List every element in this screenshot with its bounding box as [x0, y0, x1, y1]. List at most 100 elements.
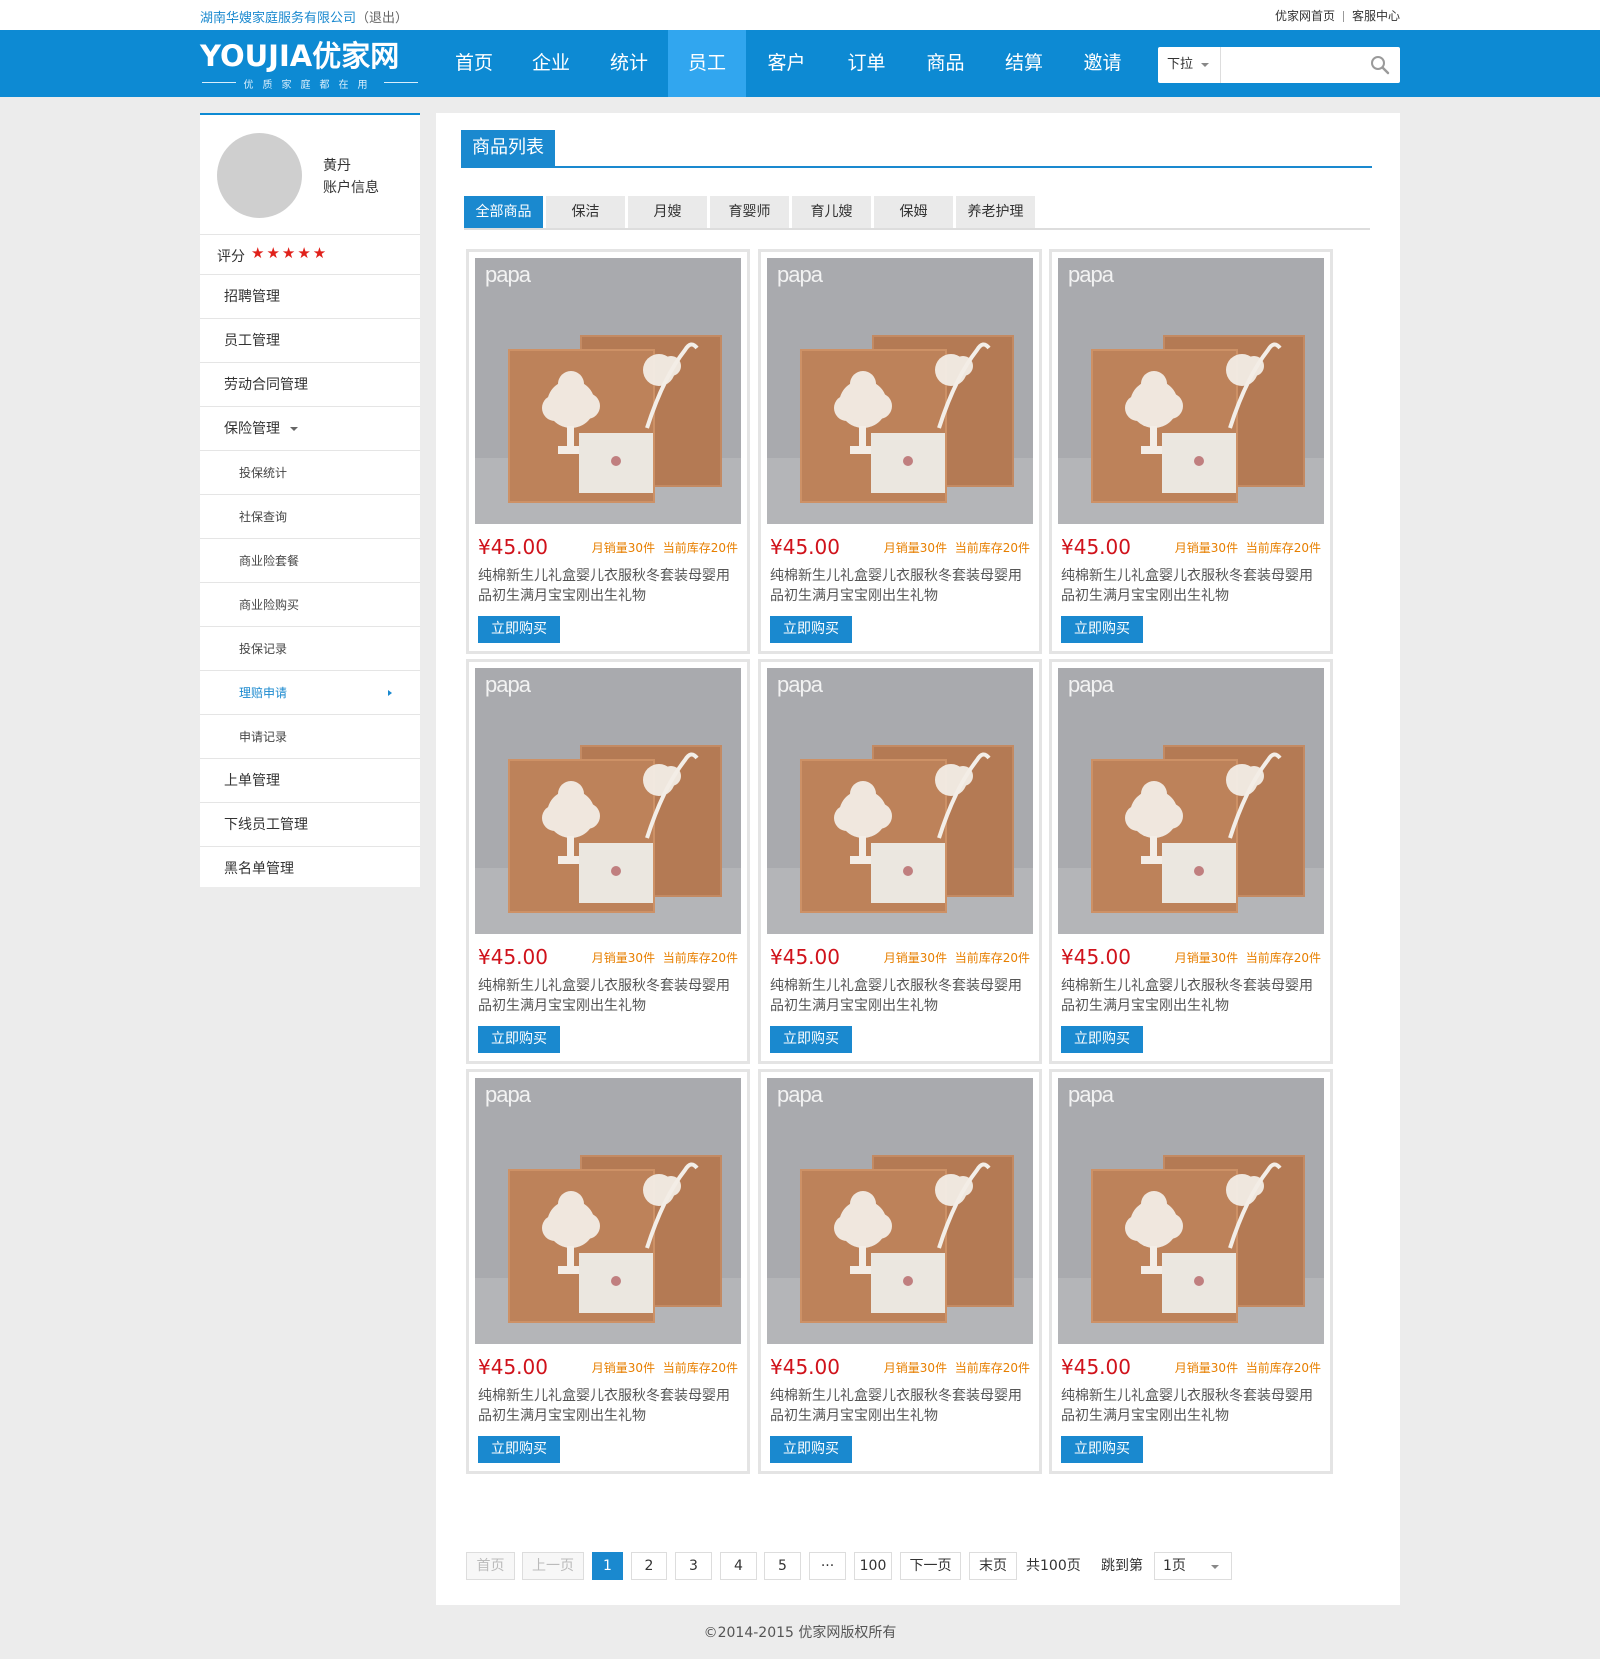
page-ellipsis: ··· [809, 1552, 846, 1580]
next-page-button[interactable]: 下一页 [900, 1552, 961, 1580]
tab-maternity[interactable]: 月嫂 [628, 196, 707, 228]
product-name[interactable]: 纯棉新生儿礼盒婴儿衣服秋冬套装母婴用品初生满月宝宝刚出生礼物 [1061, 1386, 1323, 1426]
jump-page-select[interactable]: 1页 [1154, 1552, 1232, 1580]
product-card[interactable]: papa ¥45.00 月销量30件 当前库存20件 纯棉新生儿礼盒婴儿衣服秋冬… [466, 659, 750, 1064]
sidebar-item-commercial-package[interactable]: 商业险套餐 [200, 539, 420, 583]
tab-all[interactable]: 全部商品 [464, 196, 543, 228]
company-name[interactable]: 湖南华嫂家庭服务有限公司 [200, 11, 356, 26]
first-page-button[interactable]: 首页 [466, 1552, 515, 1580]
product-name[interactable]: 纯棉新生儿礼盒婴儿衣服秋冬套装母婴用品初生满月宝宝刚出生礼物 [478, 566, 740, 606]
buy-now-button[interactable]: 立即购买 [478, 616, 560, 643]
nav-item-stats[interactable]: 统计 [591, 30, 667, 97]
page-button[interactable]: 100 [854, 1552, 892, 1580]
nav-item-orders[interactable]: 订单 [827, 30, 906, 97]
buy-now-button[interactable]: 立即购买 [478, 1026, 560, 1053]
nav-item-customers[interactable]: 客户 [746, 30, 827, 97]
buy-now-button[interactable]: 立即购买 [770, 1026, 852, 1053]
divider [1342, 11, 1344, 22]
avatar[interactable] [217, 133, 302, 218]
product-card[interactable]: papa ¥45.00 月销量30件 当前库存20件 纯棉新生儿礼盒婴儿衣服秋冬… [758, 249, 1042, 654]
product-card[interactable]: papa ¥45.00 月销量30件 当前库存20件 纯棉新生儿礼盒婴儿衣服秋冬… [1049, 1069, 1333, 1474]
product-image[interactable]: papa [475, 668, 741, 934]
sidebar-item-labor-contract[interactable]: 劳动合同管理 [200, 363, 420, 407]
monthly-sales: 月销量30件 [1174, 1361, 1239, 1375]
page-button[interactable]: 1 [592, 1552, 623, 1580]
page-button[interactable]: 4 [720, 1552, 757, 1580]
service-center-link[interactable]: 客服中心 [1352, 9, 1400, 23]
account-info-link[interactable]: 账户信息 [323, 177, 379, 197]
page-button[interactable]: 2 [631, 1552, 667, 1580]
product-name[interactable]: 纯棉新生儿礼盒婴儿衣服秋冬套装母婴用品初生满月宝宝刚出生礼物 [1061, 566, 1323, 606]
sidebar-item-recruitment[interactable]: 招聘管理 [200, 275, 420, 319]
monthly-sales: 月销量30件 [591, 951, 656, 965]
logo[interactable]: YOUJIA优家网 优质家庭都在用 [200, 40, 420, 91]
tab-nursery-teacher[interactable]: 育婴师 [710, 196, 789, 228]
search-type-select[interactable]: 下拉 [1158, 47, 1221, 83]
sidebar-item-insurance-stats[interactable]: 投保统计 [200, 451, 420, 495]
tab-elderly-care[interactable]: 养老护理 [956, 196, 1035, 228]
search-input[interactable] [1222, 51, 1362, 79]
product-image[interactable]: papa [767, 258, 1033, 524]
sidebar-item-blacklist[interactable]: 黑名单管理 [200, 847, 420, 891]
last-page-button[interactable]: 末页 [969, 1552, 1017, 1580]
tab-childcare[interactable]: 育儿嫂 [792, 196, 871, 228]
stock-count: 当前库存20件 [662, 951, 738, 965]
sidebar-item-commercial-purchase[interactable]: 商业险购买 [200, 583, 420, 627]
nav-item-home[interactable]: 首页 [437, 30, 511, 97]
product-name[interactable]: 纯棉新生儿礼盒婴儿衣服秋冬套装母婴用品初生满月宝宝刚出生礼物 [478, 976, 740, 1016]
sidebar-item-order-management[interactable]: 上单管理 [200, 759, 420, 803]
product-name[interactable]: 纯棉新生儿礼盒婴儿衣服秋冬套装母婴用品初生满月宝宝刚出生礼物 [478, 1386, 740, 1426]
product-brand: papa [1068, 1082, 1114, 1107]
tab-nanny[interactable]: 保姆 [874, 196, 953, 228]
tab-cleaning[interactable]: 保洁 [546, 196, 625, 228]
product-card[interactable]: papa ¥45.00 月销量30件 当前库存20件 纯棉新生儿礼盒婴儿衣服秋冬… [466, 1069, 750, 1474]
product-image[interactable]: papa [767, 1078, 1033, 1344]
product-image[interactable]: papa [1058, 258, 1324, 524]
sidebar-item-insurance-records[interactable]: 投保记录 [200, 627, 420, 671]
product-image[interactable]: papa [1058, 668, 1324, 934]
sidebar-item-insurance[interactable]: 保险管理 [200, 407, 420, 451]
search-icon[interactable] [1370, 55, 1390, 75]
product-brand: papa [485, 262, 531, 287]
product-card[interactable]: papa ¥45.00 月销量30件 当前库存20件 纯棉新生儿礼盒婴儿衣服秋冬… [758, 1069, 1042, 1474]
product-image[interactable]: papa [767, 668, 1033, 934]
sidebar-item-claim-application[interactable]: 理赔申请 [200, 671, 420, 715]
product-card[interactable]: papa ¥45.00 月销量30件 当前库存20件 纯棉新生儿礼盒婴儿衣服秋冬… [1049, 249, 1333, 654]
company-link[interactable]: 湖南华嫂家庭服务有限公司（退出） [200, 7, 408, 26]
product-name[interactable]: 纯棉新生儿礼盒婴儿衣服秋冬套装母婴用品初生满月宝宝刚出生礼物 [1061, 976, 1323, 1016]
product-image[interactable]: papa [475, 258, 741, 524]
product-image[interactable]: papa [1058, 1078, 1324, 1344]
buy-now-button[interactable]: 立即购买 [770, 1436, 852, 1463]
buy-now-button[interactable]: 立即购买 [1061, 1026, 1143, 1053]
sidebar-item-social-security[interactable]: 社保查询 [200, 495, 420, 539]
logout-link[interactable]: （退出） [356, 11, 408, 26]
page-button[interactable]: 3 [675, 1552, 712, 1580]
nav-item-invite[interactable]: 邀请 [1063, 30, 1142, 97]
buy-now-button[interactable]: 立即购买 [1061, 616, 1143, 643]
nav-item-enterprise[interactable]: 企业 [511, 30, 591, 97]
buy-now-button[interactable]: 立即购买 [1061, 1436, 1143, 1463]
nav-item-settlement[interactable]: 结算 [985, 30, 1063, 97]
home-link[interactable]: 优家网首页 [1275, 9, 1335, 23]
prev-page-button[interactable]: 上一页 [522, 1552, 584, 1580]
product-brand: papa [777, 1082, 823, 1107]
main-content: 商品列表 全部商品 保洁 月嫂 育婴师 育儿嫂 保姆 养老护理 papa ¥45… [436, 113, 1400, 1605]
product-card[interactable]: papa ¥45.00 月销量30件 当前库存20件 纯棉新生儿礼盒婴儿衣服秋冬… [758, 659, 1042, 1064]
buy-now-button[interactable]: 立即购买 [770, 616, 852, 643]
product-image[interactable]: papa [475, 1078, 741, 1344]
category-tabs: 全部商品 保洁 月嫂 育婴师 育儿嫂 保姆 养老护理 [464, 196, 1370, 230]
nav-item-staff[interactable]: 员工 [668, 30, 746, 97]
nav-item-products[interactable]: 商品 [906, 30, 985, 97]
sidebar-item-staff-management[interactable]: 员工管理 [200, 319, 420, 363]
sidebar-item-application-records[interactable]: 申请记录 [200, 715, 420, 759]
product-card[interactable]: papa ¥45.00 月销量30件 当前库存20件 纯棉新生儿礼盒婴儿衣服秋冬… [466, 249, 750, 654]
product-card[interactable]: papa ¥45.00 月销量30件 当前库存20件 纯棉新生儿礼盒婴儿衣服秋冬… [1049, 659, 1333, 1064]
sidebar-item-offline-staff[interactable]: 下线员工管理 [200, 803, 420, 847]
page-button[interactable]: 5 [764, 1552, 801, 1580]
product-name[interactable]: 纯棉新生儿礼盒婴儿衣服秋冬套装母婴用品初生满月宝宝刚出生礼物 [770, 566, 1032, 606]
product-price: ¥45.00 [770, 535, 840, 559]
product-name[interactable]: 纯棉新生儿礼盒婴儿衣服秋冬套装母婴用品初生满月宝宝刚出生礼物 [770, 976, 1032, 1016]
product-brand: papa [777, 672, 823, 697]
product-name[interactable]: 纯棉新生儿礼盒婴儿衣服秋冬套装母婴用品初生满月宝宝刚出生礼物 [770, 1386, 1032, 1426]
buy-now-button[interactable]: 立即购买 [478, 1436, 560, 1463]
